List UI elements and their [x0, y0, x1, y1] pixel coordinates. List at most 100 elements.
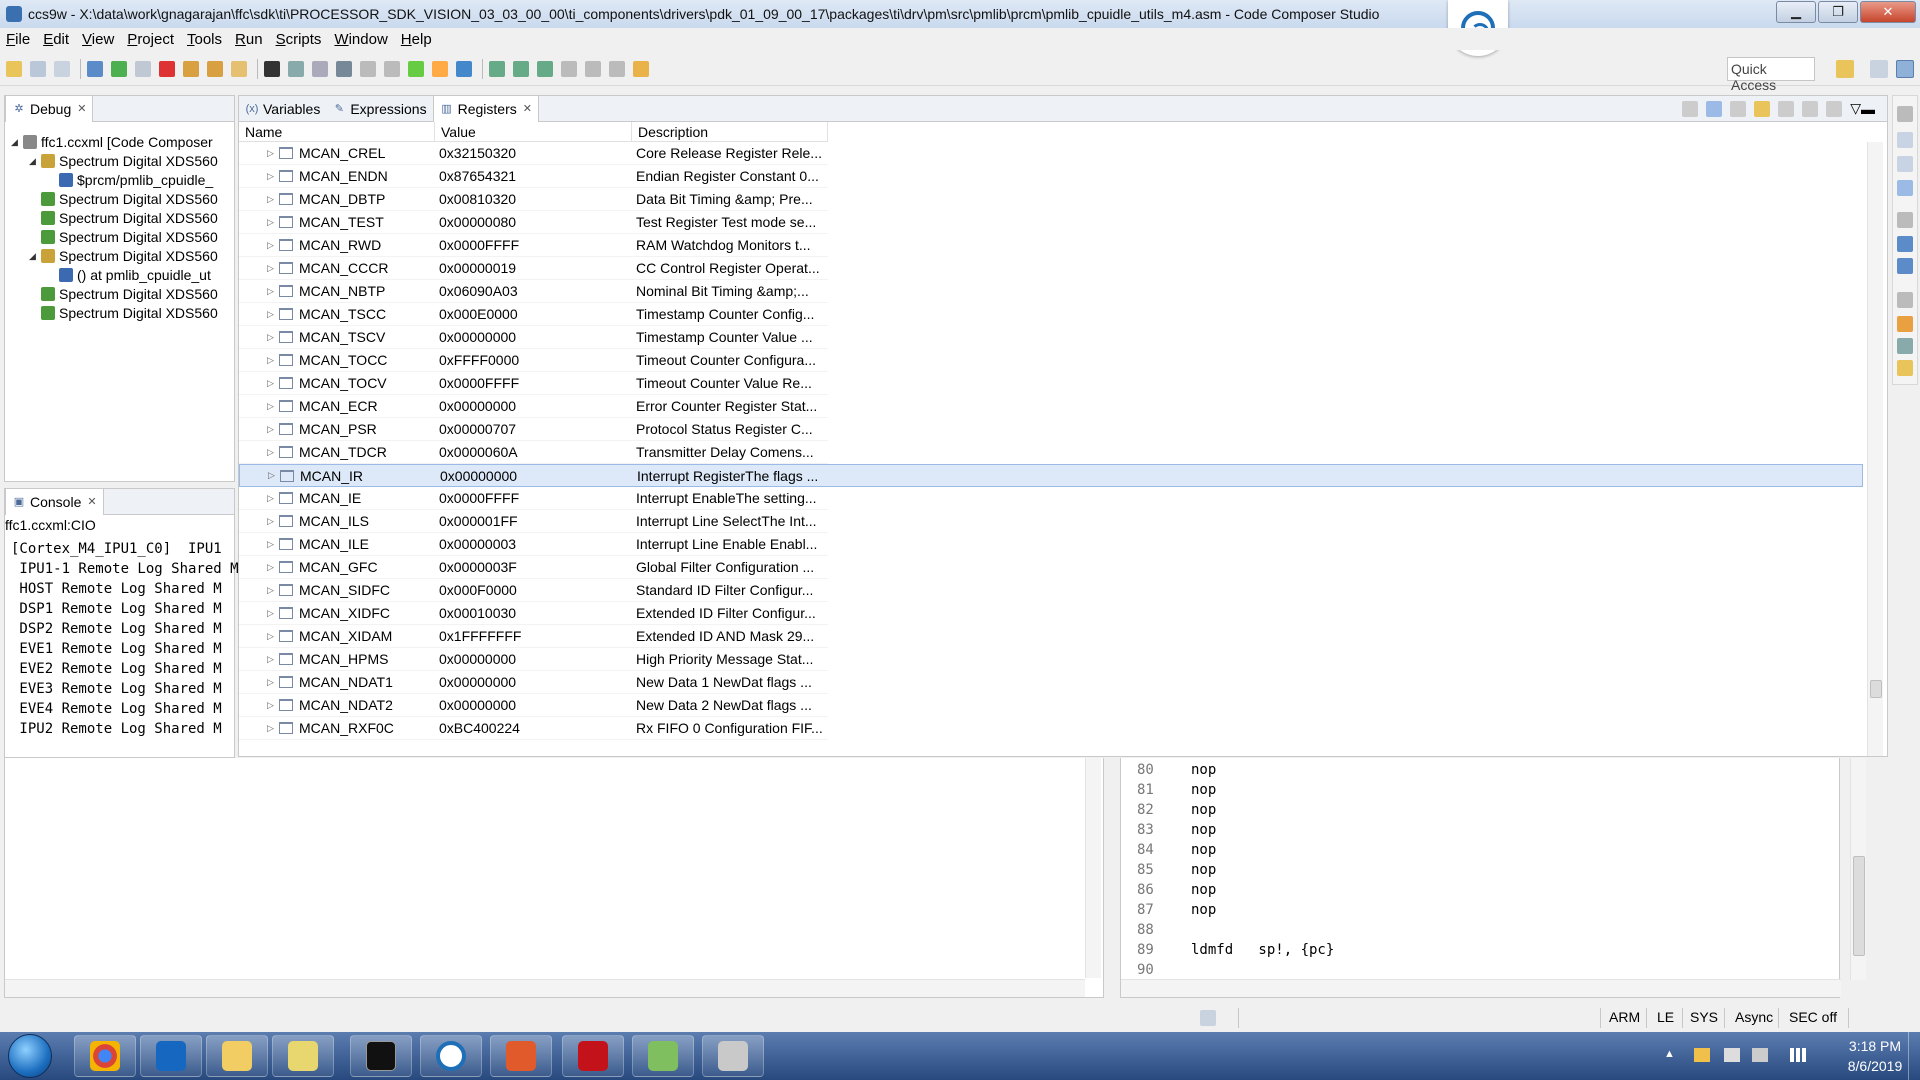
close-icon[interactable]: ✕ [77, 102, 86, 115]
expand-arrow-icon[interactable]: ▷ [267, 355, 279, 366]
expand-arrow-icon[interactable]: ▷ [267, 654, 279, 665]
disassembly-icon[interactable] [288, 60, 304, 77]
step-over-icon[interactable] [207, 60, 223, 77]
register-row[interactable]: ▷ MCAN_TEST 0x00000080 Test Register Test m… [239, 211, 828, 234]
register-value[interactable]: 0x00000707 [435, 421, 632, 437]
build-icon[interactable] [336, 60, 352, 77]
debug-tree-item[interactable]: ◢ ffc1.ccxml [Code Composer [11, 132, 213, 152]
menu-window[interactable]: Window [334, 31, 387, 48]
expand-arrow-icon[interactable]: ▷ [267, 723, 279, 734]
register-row[interactable]: ▷ MCAN_ENDN 0x87654321 Endian Register Cons… [239, 165, 828, 188]
vertical-scrollbar[interactable] [1085, 758, 1101, 978]
new-icon[interactable] [6, 60, 22, 77]
resume-icon[interactable] [111, 60, 127, 77]
virtualbox-taskbar-button[interactable] [702, 1035, 764, 1077]
menu-run[interactable]: Run [235, 31, 263, 48]
ccs-taskbar-button[interactable] [420, 1035, 482, 1077]
register-row[interactable]: ▷ MCAN_ILE 0x00000003 Interrupt Line Enable… [239, 533, 828, 556]
code-line[interactable]: nop [1191, 782, 1216, 798]
flash-icon[interactable] [432, 60, 448, 77]
open-task-icon[interactable] [609, 60, 625, 77]
layout-icon[interactable] [1730, 100, 1747, 117]
show-columns-icon[interactable] [1706, 100, 1723, 117]
register-row[interactable]: ▷ MCAN_GFC 0x0000003F Global Filter Configu… [239, 556, 828, 579]
expand-arrow-icon[interactable]: ▷ [267, 562, 279, 573]
expand-arrow-icon[interactable]: ▷ [267, 309, 279, 320]
step-over-assembly-icon[interactable] [537, 60, 553, 77]
expand-arrow-icon[interactable]: ▷ [267, 332, 279, 343]
menu-edit[interactable]: Edit [43, 31, 69, 48]
expand-arrow-icon[interactable]: ▷ [267, 516, 279, 527]
expand-arrow-icon[interactable]: ▷ [267, 194, 279, 205]
register-value[interactable]: 0x000F0000 [435, 582, 632, 598]
debug-tree-item[interactable]: Spectrum Digital XDS560 [29, 284, 218, 304]
expand-arrow-icon[interactable]: ▷ [267, 217, 279, 228]
register-row[interactable]: ▷ MCAN_NBTP 0x06090A03 Nominal Bit Timing &… [239, 280, 828, 303]
action-center-icon[interactable] [1724, 1048, 1740, 1062]
collapse-all-icon[interactable] [1682, 100, 1699, 117]
restore-view-icon[interactable] [1897, 212, 1913, 228]
connect-icon[interactable] [312, 60, 328, 77]
register-value[interactable]: 0x00000003 [435, 536, 632, 552]
ccs-debug-perspective-icon[interactable] [1896, 60, 1914, 78]
expand-arrow-icon[interactable]: ▷ [267, 447, 279, 458]
explorer-taskbar-button[interactable] [206, 1035, 268, 1077]
save-icon[interactable] [30, 60, 46, 77]
close-icon[interactable]: ✕ [87, 495, 96, 508]
register-value[interactable]: 0x87654321 [435, 168, 632, 184]
save-all-icon[interactable] [54, 60, 70, 77]
menu-view[interactable]: View [82, 31, 114, 48]
chrome-taskbar-button[interactable] [74, 1035, 136, 1077]
column-value[interactable]: Value [435, 122, 632, 141]
register-row[interactable]: ▷ MCAN_TOCV 0x0000FFFF Timeout Counter Valu… [239, 372, 828, 395]
memory-icon[interactable] [1897, 258, 1913, 274]
tab-variables[interactable]: (x) Variables [239, 96, 326, 122]
register-row[interactable]: ▷ MCAN_PSR 0x00000707 Protocol Status Regis… [239, 418, 828, 441]
skip-breakpoints-icon[interactable] [384, 60, 400, 77]
register-value[interactable]: 0x000001FF [435, 513, 632, 529]
run-configuration-icon[interactable] [408, 60, 424, 77]
register-value[interactable]: 0x00000000 [435, 329, 632, 345]
expand-arrow-icon[interactable]: ▷ [267, 378, 279, 389]
register-row[interactable]: ▷ MCAN_IE 0x0000FFFF Interrupt EnableThe se… [239, 487, 828, 510]
register-row[interactable]: ▷ MCAN_SIDFC 0x000F0000 Standard ID Filter … [239, 579, 828, 602]
register-value[interactable]: 0x00000019 [435, 260, 632, 276]
debug-tree-item[interactable]: Spectrum Digital XDS560 [29, 189, 218, 209]
debug-tree-item[interactable]: ◢ Spectrum Digital XDS560 [29, 151, 218, 171]
register-row[interactable]: ▷ MCAN_ECR 0x00000000 Error Counter Registe… [239, 395, 828, 418]
expressions-icon[interactable] [1897, 156, 1913, 172]
register-row[interactable]: ▷ MCAN_XIDFC 0x00010030 Extended ID Filter … [239, 602, 828, 625]
expand-arrow-icon[interactable]: ▷ [267, 263, 279, 274]
device-tray-icon[interactable] [1752, 1048, 1768, 1062]
register-row[interactable]: ▷ MCAN_NDAT1 0x00000000 New Data 1 NewDat f… [239, 671, 828, 694]
expand-arrow-icon[interactable]: ▷ [267, 631, 279, 642]
editor-horizontal-scrollbar[interactable] [1121, 979, 1841, 997]
register-value[interactable]: 0xBC400224 [435, 720, 632, 736]
expanded-arrow-icon[interactable]: ◢ [29, 251, 41, 262]
expand-arrow-icon[interactable]: ▷ [268, 470, 280, 481]
register-value[interactable]: 0x00000000 [435, 697, 632, 713]
register-row[interactable]: ▷ MCAN_TSCV 0x00000000 Timestamp Counter Va… [239, 326, 828, 349]
problems-icon[interactable] [1897, 360, 1913, 376]
notepad-taskbar-button[interactable] [272, 1035, 334, 1077]
register-value[interactable]: 0x0000003F [435, 559, 632, 575]
register-row[interactable]: ▷ MCAN_TSCC 0x000E0000 Timestamp Counter Co… [239, 303, 828, 326]
code-line[interactable]: nop [1191, 842, 1216, 858]
suspend-icon[interactable] [135, 60, 151, 77]
breakpoints-icon[interactable] [1897, 316, 1913, 332]
variables-icon[interactable] [1897, 132, 1913, 148]
column-description[interactable]: Description [632, 122, 828, 141]
registers-scrollbar[interactable] [1867, 142, 1883, 756]
modules-icon[interactable] [1897, 338, 1913, 354]
open-perspective-icon[interactable] [1836, 60, 1854, 78]
show-desktop-button[interactable] [1908, 1032, 1920, 1080]
terminate-icon[interactable] [159, 60, 175, 77]
restore-button[interactable]: ❐ [1818, 1, 1858, 23]
ccs-edit-perspective-icon[interactable] [1870, 60, 1888, 78]
view-menu-icon[interactable]: ▽ [1850, 100, 1861, 117]
minimize-button[interactable]: ▁ [1776, 1, 1816, 23]
register-value[interactable]: 0x0000FFFF [435, 237, 632, 253]
debug-view-icon[interactable] [87, 60, 103, 77]
step-into-icon[interactable] [183, 60, 199, 77]
close-button[interactable]: ✕ [1860, 1, 1916, 23]
